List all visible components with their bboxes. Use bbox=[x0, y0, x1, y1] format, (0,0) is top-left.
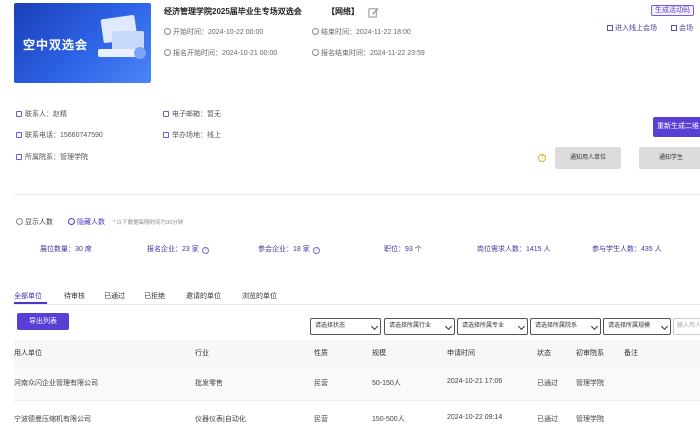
cell-scale: 50-150人 bbox=[372, 380, 401, 387]
scale-select[interactable]: 请选择所属规模 bbox=[603, 318, 671, 335]
clock-icon bbox=[312, 28, 319, 35]
building-icon bbox=[16, 154, 22, 160]
tab-viewed-units[interactable]: 浏览的单位 bbox=[242, 291, 277, 301]
start-time: 开始时间：2024-10-22 00:00 bbox=[164, 27, 263, 37]
tab-rejected[interactable]: 已拒绝 bbox=[144, 291, 165, 301]
chevron-down-icon bbox=[370, 322, 379, 331]
clock-icon bbox=[164, 49, 171, 56]
status-select[interactable]: 请选择状态 bbox=[310, 318, 381, 335]
regenerate-qr-button[interactable]: 重新生成二维 bbox=[653, 117, 700, 137]
location-icon bbox=[163, 132, 169, 138]
column-header-industry: 行业 bbox=[195, 350, 209, 357]
cell-nature: 民营 bbox=[314, 380, 328, 387]
stat-demand: 岗位需求人数：1415 人 bbox=[477, 246, 551, 253]
notify-units-button[interactable]: 通知用人单位 bbox=[555, 147, 621, 169]
export-list-button[interactable]: 导出列表 bbox=[17, 313, 69, 330]
tab-invited-units[interactable]: 邀请的单位 bbox=[186, 291, 221, 301]
banner-text: 空中双选会 bbox=[23, 38, 89, 52]
stat-booths: 展位数量：30 席 bbox=[40, 246, 92, 253]
column-header-company: 用人单位 bbox=[14, 350, 42, 357]
registration-start-time: 报名开始时间：2024-10-21 00:00 bbox=[164, 48, 277, 58]
notify-students-button[interactable]: 通知学生 bbox=[639, 147, 700, 169]
phone-icon bbox=[16, 132, 22, 138]
column-header-nature: 性质 bbox=[314, 350, 328, 357]
stat-registered: 报名企业：23 家? bbox=[147, 244, 209, 254]
edit-icon[interactable] bbox=[368, 7, 379, 18]
registration-end-time: 报名结束时间：2024-11-22 23:59 bbox=[312, 48, 425, 58]
eye-icon bbox=[16, 218, 23, 225]
college-select[interactable]: 请选择所属院系 bbox=[530, 318, 601, 335]
cell-industry: 批发零售 bbox=[195, 380, 223, 387]
column-header-status: 状态 bbox=[537, 350, 551, 357]
question-icon[interactable]: ? bbox=[201, 247, 209, 254]
column-header-scale: 规模 bbox=[372, 350, 386, 357]
person-icon bbox=[16, 111, 22, 117]
generate-activity-code-button[interactable]: 生成活动码 bbox=[651, 5, 694, 16]
search-input[interactable]: 输入用人 bbox=[673, 318, 700, 335]
venue-link[interactable]: 会场 bbox=[671, 23, 693, 33]
cell-dept: 管理学院 bbox=[576, 416, 604, 423]
event-banner: 空中双选会 bbox=[14, 3, 151, 83]
venue-icon bbox=[607, 25, 613, 31]
cell-company[interactable]: 宁波德曼压缩机有限公司 bbox=[14, 414, 91, 424]
event-venue: 举办场地：线上 bbox=[163, 130, 221, 140]
chevron-down-icon bbox=[660, 322, 669, 331]
show-count-toggle[interactable]: 显示人数 bbox=[16, 217, 53, 227]
banner-decoration bbox=[98, 49, 138, 57]
cell-apply-time: 2024-10-21 17:06 bbox=[447, 378, 503, 385]
column-header-apply-time: 申请时间 bbox=[447, 350, 475, 357]
cell-status: 已通过 bbox=[537, 380, 558, 387]
column-header-dept: 初审院系 bbox=[576, 350, 604, 357]
event-type-tag: 【网络】 bbox=[327, 7, 359, 16]
refresh-hint: * 以下数据每隔时间为30分钟 bbox=[113, 220, 184, 226]
divider bbox=[14, 194, 700, 195]
industry-select[interactable]: 请选择所属行业 bbox=[384, 318, 455, 335]
end-time: 结束时间：2024-11-22 18:00 bbox=[312, 27, 411, 37]
cell-company[interactable]: 河南众闪企业管理有限公司 bbox=[14, 378, 98, 388]
chevron-down-icon bbox=[517, 322, 526, 331]
venue-icon bbox=[671, 25, 677, 31]
chevron-down-icon bbox=[444, 322, 453, 331]
chevron-down-icon bbox=[590, 322, 599, 331]
tabs-divider bbox=[14, 304, 700, 305]
help-icon[interactable]: ? bbox=[538, 154, 546, 162]
column-header-note: 备注 bbox=[624, 350, 638, 357]
mail-icon bbox=[163, 111, 169, 117]
major-select[interactable]: 请选择所属专业 bbox=[457, 318, 528, 335]
page-title: 经济管理学院2025届毕业生专场双选会 bbox=[164, 7, 302, 16]
eye-off-icon bbox=[68, 218, 75, 225]
cell-status: 已通过 bbox=[537, 416, 558, 423]
tab-all-units[interactable]: 全部单位 bbox=[14, 291, 42, 301]
banner-decoration bbox=[134, 47, 146, 59]
contact-person: 联系人：赵精 bbox=[16, 109, 67, 119]
cell-dept: 管理学院 bbox=[576, 380, 604, 387]
cell-scale: 150-500人 bbox=[372, 416, 405, 423]
tab-approved[interactable]: 已通过 bbox=[104, 291, 125, 301]
cell-apply-time: 2024-10-22 09:14 bbox=[447, 414, 503, 421]
stat-students: 参与学生人数：435 人 bbox=[592, 246, 662, 253]
stat-attending: 参会企业：18 家? bbox=[258, 244, 320, 254]
enter-online-venue-link[interactable]: 进入线上会场 bbox=[607, 23, 657, 33]
college: 所属院系：管理学院 bbox=[16, 152, 88, 162]
contact-email: 电子邮箱：暂无 bbox=[163, 109, 221, 119]
hide-count-toggle[interactable]: 隐藏人数 bbox=[68, 217, 105, 227]
clock-icon bbox=[164, 28, 171, 35]
tab-pending[interactable]: 待审核 bbox=[64, 291, 85, 301]
stat-positions: 职位：93 个 bbox=[384, 246, 422, 253]
clock-icon bbox=[312, 49, 319, 56]
cell-nature: 民营 bbox=[314, 416, 328, 423]
cell-industry: 仪器仪表|自动化 bbox=[195, 416, 246, 423]
contact-phone: 联系电话：15660747590 bbox=[16, 130, 103, 140]
question-icon[interactable]: ? bbox=[312, 247, 320, 254]
